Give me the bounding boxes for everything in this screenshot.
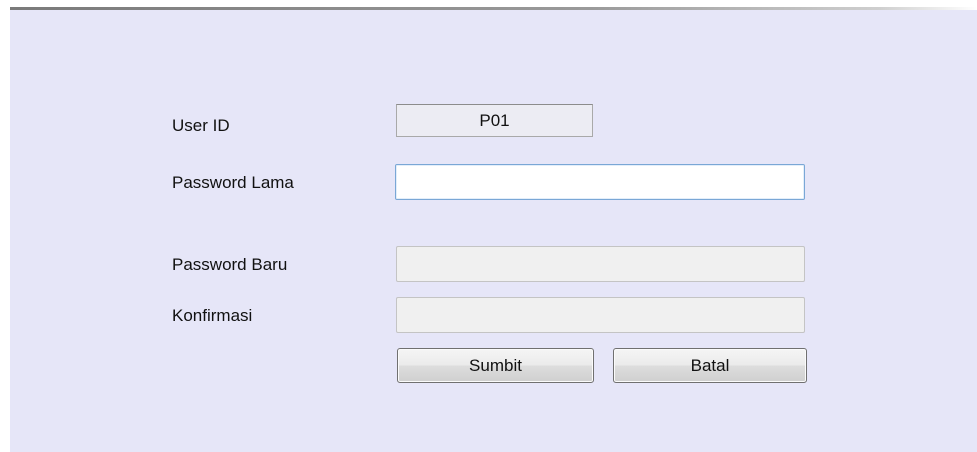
confirm-password-field[interactable] xyxy=(396,297,805,333)
confirm-password-label: Konfirmasi xyxy=(172,306,253,325)
cancel-button[interactable]: Batal xyxy=(613,348,807,383)
user-id-value: P01 xyxy=(396,104,593,137)
change-password-form xyxy=(10,10,977,452)
user-id-label: User ID xyxy=(172,116,230,135)
new-password-label: Password Baru xyxy=(172,255,288,274)
old-password-field[interactable] xyxy=(395,164,805,200)
window: User ID P01 Password Lama Password Baru … xyxy=(0,0,977,452)
submit-button[interactable]: Sumbit xyxy=(397,348,594,383)
new-password-field[interactable] xyxy=(396,246,805,282)
old-password-label: Password Lama xyxy=(172,173,294,192)
